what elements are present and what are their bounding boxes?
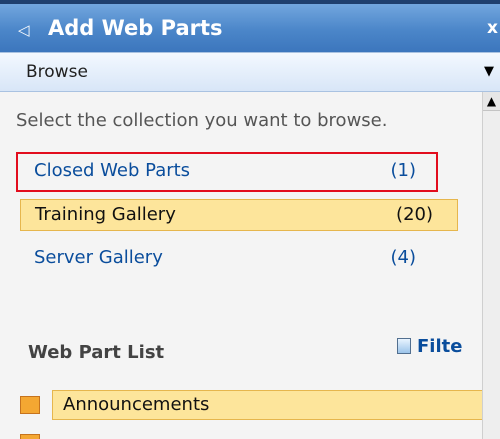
instruction-text: Select the collection you want to browse…: [16, 110, 388, 131]
browse-pane: Select the collection you want to browse…: [0, 92, 482, 439]
filter-button[interactable]: Filte: [397, 336, 462, 357]
collection-name[interactable]: Server Gallery: [34, 243, 163, 273]
panel-title-bar: ◁ Add Web Parts x: [0, 4, 500, 52]
collapse-arrow-icon[interactable]: ◁: [18, 6, 38, 54]
web-part-item-partial[interactable]: [20, 428, 482, 439]
panel-title: Add Web Parts: [48, 16, 223, 40]
web-part-item-announcements[interactable]: Announcements: [20, 390, 482, 420]
web-part-label[interactable]: Announcements: [52, 390, 482, 420]
scroll-up-arrow-icon[interactable]: ▲: [483, 92, 500, 111]
view-dropdown-value: Browse: [26, 62, 88, 82]
vertical-scrollbar[interactable]: ▲: [482, 92, 500, 439]
collection-count: (1): [390, 160, 417, 181]
collection-count: (20): [396, 204, 433, 225]
dropdown-arrow-icon[interactable]: ▼: [484, 53, 494, 91]
web-part-icon: [20, 434, 40, 439]
filter-icon: [397, 338, 411, 354]
filter-label[interactable]: Filte: [417, 336, 462, 357]
announcements-icon: [20, 396, 40, 414]
collection-server-gallery[interactable]: Server Gallery (4): [20, 243, 458, 275]
collection-closed-web-parts[interactable]: Closed Web Parts (1): [20, 156, 458, 188]
web-part-list-heading: Web Part List: [28, 342, 165, 363]
collection-count: (4): [390, 247, 417, 268]
web-part-label[interactable]: [52, 428, 482, 439]
collection-name[interactable]: Training Gallery: [35, 200, 176, 230]
collection-training-gallery[interactable]: Training Gallery (20): [20, 199, 458, 231]
collection-name[interactable]: Closed Web Parts: [34, 156, 190, 186]
close-icon[interactable]: x: [487, 4, 498, 52]
view-dropdown[interactable]: Browse ▼: [0, 52, 500, 92]
